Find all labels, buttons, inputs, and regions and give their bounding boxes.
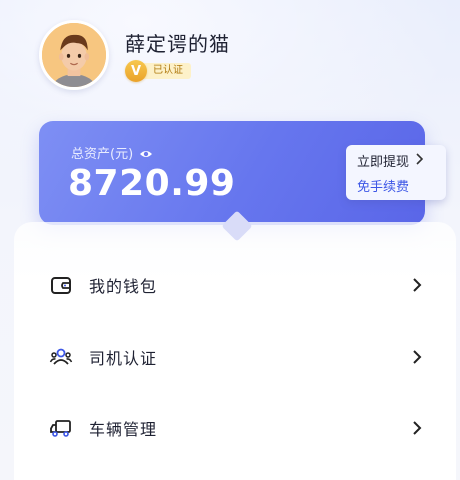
wallet-icon: [49, 273, 73, 297]
total-assets-label-row: 总资产(元): [71, 143, 153, 162]
chevron-right-icon: [415, 153, 424, 168]
menu-item-label: 我的钱包: [89, 277, 158, 296]
total-assets-label: 总资产(元): [71, 147, 134, 162]
withdraw-label: 立即提现: [357, 155, 410, 170]
truck-icon: [49, 416, 73, 440]
withdraw-title-row: 立即提现: [357, 151, 446, 170]
total-assets-value: 8720.99: [68, 163, 236, 204]
verified-v-icon: V: [125, 60, 147, 82]
menu-item-driver-verification[interactable]: 司机认证: [14, 332, 456, 382]
menu-item-label: 车辆管理: [89, 420, 158, 439]
verified-text: 已认证: [141, 63, 191, 79]
profile-header: 薛定谔的猫 V 已认证: [39, 20, 439, 92]
menu-item-vehicle-management[interactable]: 车辆管理: [14, 403, 456, 453]
menu-item-label: 司机认证: [89, 349, 158, 368]
withdraw-button[interactable]: 立即提现 免手续费: [346, 145, 446, 200]
chevron-right-icon: [411, 349, 423, 365]
verified-badge: V 已认证: [125, 60, 191, 82]
withdraw-subtext: 免手续费: [357, 180, 410, 195]
avatar[interactable]: [39, 20, 109, 90]
chevron-right-icon: [411, 277, 423, 293]
driver-users-icon: [49, 345, 73, 369]
username: 薛定谔的猫: [125, 32, 230, 56]
chevron-right-icon: [411, 420, 423, 436]
menu-item-wallet[interactable]: 我的钱包: [14, 260, 456, 310]
eye-icon[interactable]: [139, 148, 153, 158]
